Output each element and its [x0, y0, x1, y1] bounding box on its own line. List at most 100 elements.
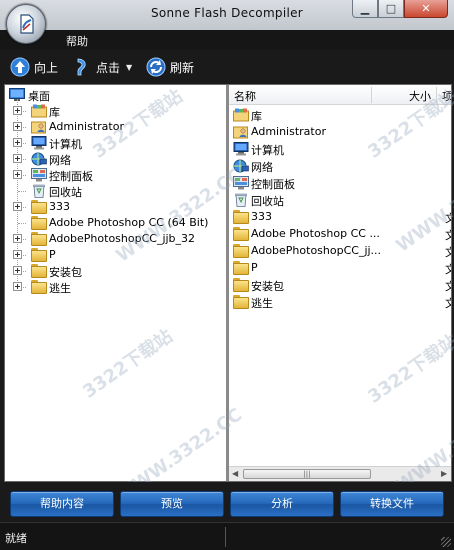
tree-item-label: 安装包 — [49, 266, 82, 279]
window-controls: ▁ □ ✕ — [352, 0, 448, 18]
column-type[interactable]: 项 — [442, 88, 451, 104]
expand-icon[interactable] — [13, 282, 22, 291]
control-panel-icon — [31, 168, 47, 182]
refresh-label: 刷新 — [170, 60, 195, 75]
title-bar[interactable]: Sonne Flash Decompiler ▁ □ ✕ — [0, 0, 454, 30]
status-separator — [225, 527, 226, 547]
click-button[interactable]: 点击 ▼ — [72, 56, 132, 78]
list-item[interactable]: AdobePhotoshopCC_jj... 文 — [229, 243, 451, 259]
tree-item[interactable]: 计算机 — [5, 135, 226, 151]
tree-item[interactable]: 库 — [5, 103, 226, 119]
up-label: 向上 — [34, 60, 59, 75]
list-item-type: 文 — [445, 246, 451, 259]
recycle-bin-icon — [233, 193, 249, 210]
tree-item[interactable]: P — [5, 247, 226, 263]
app-menu-orb[interactable] — [6, 4, 46, 44]
list-item[interactable]: Administrator — [229, 124, 451, 140]
recycle-bin-icon — [31, 184, 47, 198]
list-item-type: 文 — [445, 212, 451, 225]
control-panel-icon — [233, 176, 249, 193]
up-button[interactable]: 向上 — [10, 56, 58, 78]
tree-item[interactable]: 回收站 — [5, 183, 226, 199]
expand-icon[interactable] — [13, 170, 22, 179]
maximize-icon: □ — [385, 2, 397, 15]
tree-item[interactable]: Administrator — [5, 119, 226, 135]
tree-item[interactable]: 安装包 — [5, 263, 226, 279]
horizontal-scrollbar[interactable]: ◀ ||| ▶ — [229, 466, 451, 481]
preview-button[interactable]: 预览 — [120, 491, 224, 517]
list-item-type: 文 — [445, 263, 451, 276]
tree-item[interactable]: 333 — [5, 199, 226, 215]
close-button[interactable]: ✕ — [404, 0, 448, 18]
computer-icon — [31, 136, 47, 150]
list-item-name: 计算机 — [251, 144, 284, 157]
resize-grip-icon[interactable] — [441, 537, 451, 547]
tree-item[interactable]: 控制面板 — [5, 167, 226, 183]
status-bar: 就绪 — [0, 522, 454, 550]
list-item[interactable]: 回收站 — [229, 192, 451, 208]
expand-icon[interactable] — [13, 250, 22, 259]
list-item-name: 逃生 — [251, 297, 273, 310]
tree-item[interactable]: 网络 — [5, 151, 226, 167]
list-item[interactable]: 333 文 — [229, 209, 451, 225]
tree-item[interactable]: Adobe Photoshop CC (64 Bit) — [5, 215, 226, 231]
tree-item-label: P — [49, 248, 56, 261]
list-item[interactable]: 逃生 文 — [229, 294, 451, 310]
library-icon — [233, 108, 249, 125]
tree-guide-line — [18, 223, 26, 224]
convert-file-button[interactable]: 转换文件 — [340, 491, 444, 517]
help-content-button[interactable]: 帮助内容 — [10, 491, 114, 517]
column-size[interactable]: 大小 — [409, 88, 431, 104]
list-item[interactable]: Adobe Photoshop CC ... 文 — [229, 226, 451, 242]
folder-icon — [31, 264, 47, 278]
list-item-name: P — [251, 261, 258, 274]
column-name[interactable]: 名称 — [234, 88, 256, 104]
tree-root-desktop[interactable]: 桌面 — [5, 87, 226, 103]
tree-item-label: 网络 — [49, 154, 71, 167]
list-item-type: 文 — [445, 229, 451, 242]
refresh-icon — [146, 57, 166, 77]
expand-icon[interactable] — [13, 106, 22, 115]
expand-icon[interactable] — [13, 122, 22, 131]
list-item[interactable]: 控制面板 — [229, 175, 451, 191]
folder-tree[interactable]: 桌面 库 Administrator 计算机网络控制面板 回收站 333 Adobe Ph… — [5, 85, 226, 481]
tree-item-label: 库 — [49, 106, 60, 119]
list-item-type: 文 — [445, 297, 451, 310]
refresh-button[interactable]: 刷新 — [146, 56, 194, 78]
click-label: 点击 — [96, 60, 121, 75]
list-item[interactable]: P文 — [229, 260, 451, 276]
menu-help[interactable]: 帮助 — [66, 33, 88, 49]
list-item[interactable]: 安装包 文 — [229, 277, 451, 293]
list-item[interactable]: 库 — [229, 107, 451, 123]
list-item[interactable]: 计算机 — [229, 141, 451, 157]
expand-icon[interactable] — [13, 234, 22, 243]
scroll-thumb[interactable]: ||| — [243, 469, 371, 479]
folder-icon — [31, 200, 47, 214]
column-separator[interactable] — [436, 87, 437, 103]
list-item-name: 网络 — [251, 161, 273, 174]
analyze-button[interactable]: 分析 — [230, 491, 334, 517]
expand-icon[interactable] — [13, 154, 22, 163]
expand-icon[interactable] — [13, 138, 22, 147]
pointer-icon — [77, 58, 86, 76]
list-item-name: Administrator — [251, 125, 326, 138]
column-separator[interactable] — [371, 87, 372, 103]
list-item[interactable]: 网络 — [229, 158, 451, 174]
status-text: 就绪 — [5, 532, 27, 545]
expand-icon[interactable] — [13, 202, 22, 211]
file-list[interactable]: 名称 大小 项 库 Administrator 计算机 网络 控制面板 回收站 333 文 Ad… — [229, 85, 451, 481]
dropdown-arrow-icon[interactable]: ▼ — [126, 63, 132, 72]
tree-item-label: Administrator — [49, 120, 124, 133]
list-item-type: 文 — [445, 280, 451, 293]
expand-icon[interactable] — [13, 266, 22, 275]
menu-bar: 帮助 — [0, 30, 454, 50]
maximize-button[interactable]: □ — [378, 0, 404, 18]
tree-item[interactable]: AdobePhotoshopCC_jjb_32 — [5, 231, 226, 247]
scroll-right-icon[interactable]: ▶ — [441, 469, 447, 478]
scroll-left-icon[interactable]: ◀ — [232, 469, 238, 478]
minimize-button[interactable]: ▁ — [352, 0, 378, 18]
explorer-panes: 桌面 库 Administrator 计算机 网络 控制面板 回收站 333 Adobe Ph… — [4, 84, 454, 507]
list-item-name: 安装包 — [251, 280, 284, 293]
tree-item-label: 控制面板 — [49, 170, 93, 183]
tree-item[interactable]: 逃生 — [5, 279, 226, 295]
